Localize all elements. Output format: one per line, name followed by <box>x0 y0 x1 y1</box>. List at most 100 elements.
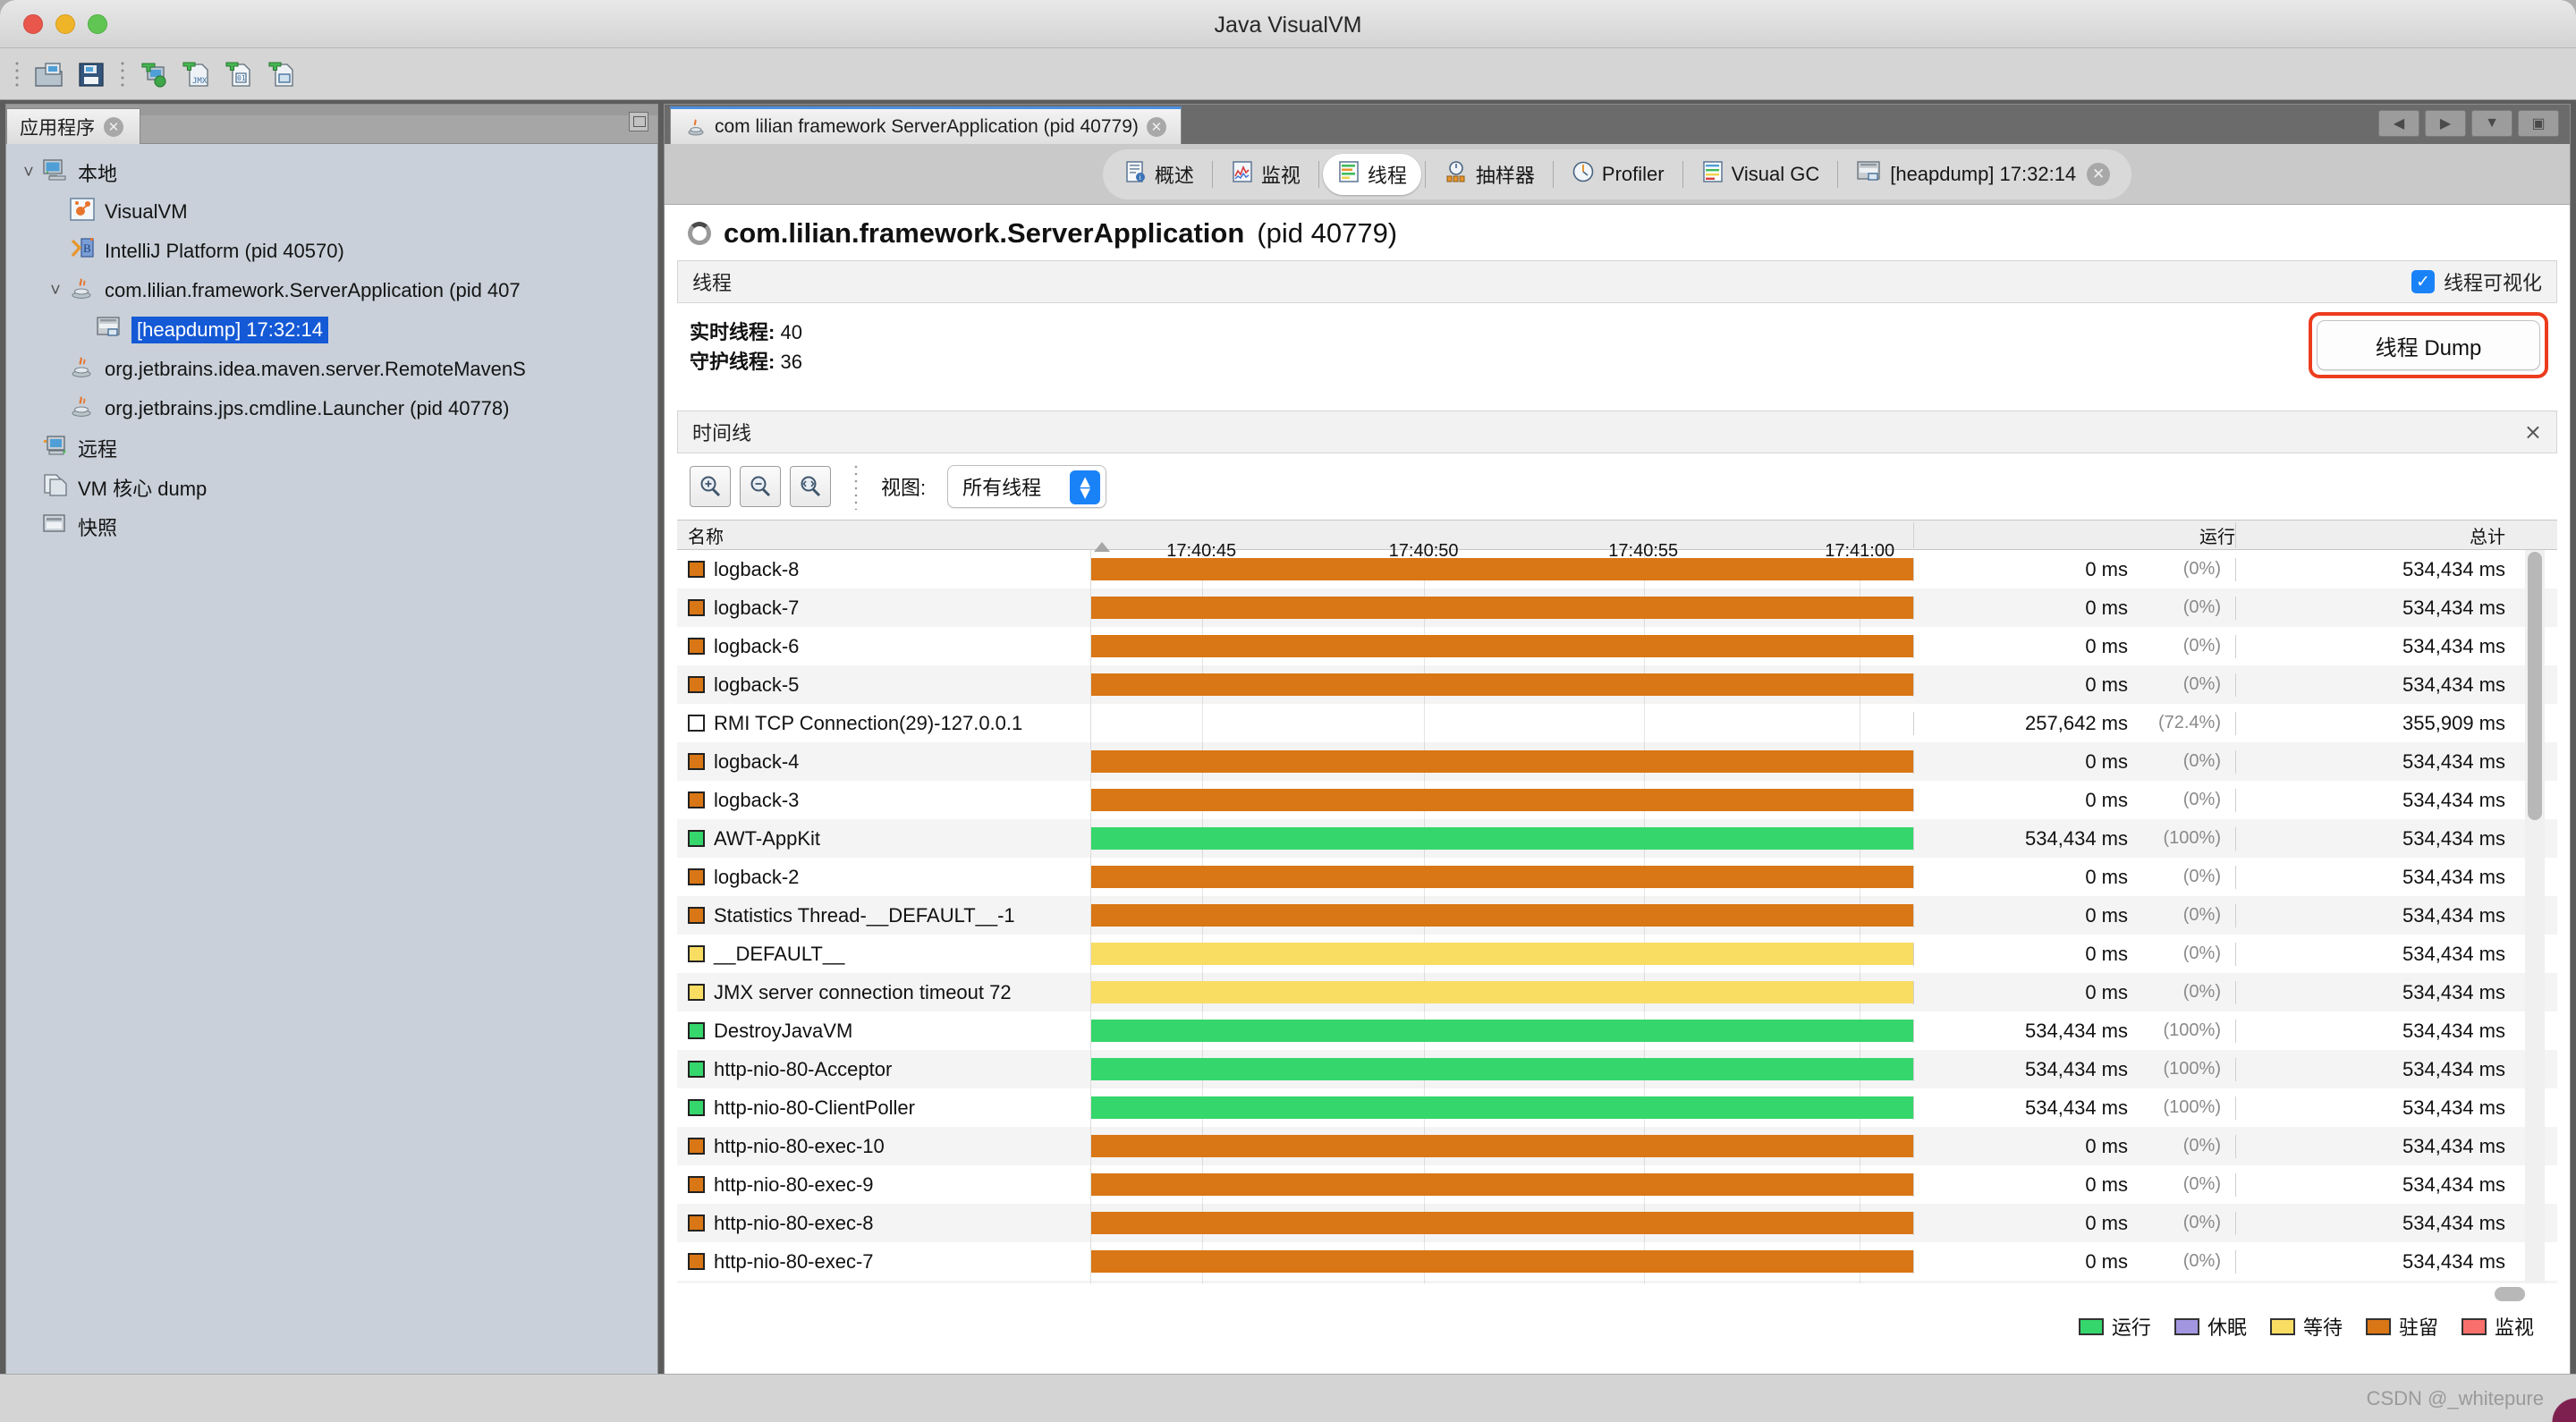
nav-forward-button[interactable]: ▶ <box>2425 110 2466 137</box>
table-row[interactable]: Statistics Thread-__DEFAULT__-1 0 ms (0%) 5… <box>677 896 2557 935</box>
sub-tab-label: Visual GC <box>1731 162 1820 185</box>
thread-activity-bar <box>1091 789 1913 811</box>
running-percent: (100%) <box>2163 1097 2221 1117</box>
visualgc-icon <box>1701 160 1724 189</box>
applications-tree[interactable]: ˅ 本地 VisualVM B IntelliJ Platform (pid 40570… <box>6 144 657 1378</box>
save-snapshot-icon[interactable] <box>72 55 111 93</box>
view-select[interactable]: 所有线程 ▲ ▼ <box>947 465 1107 508</box>
table-row[interactable]: logback-5 0 ms (0%) 534,434 ms <box>677 665 2557 704</box>
table-row[interactable]: http-nio-80-exec-9 0 ms (0%) 534,434 ms <box>677 1165 2557 1204</box>
zoom-fit-icon[interactable] <box>790 466 831 507</box>
thread-dump-button[interactable]: 线程 Dump <box>2317 320 2540 370</box>
timeline-horizontal-scrollbar[interactable] <box>677 1283 2557 1307</box>
chevron-down-icon[interactable]: ˅ <box>44 281 67 301</box>
close-icon[interactable]: ✕ <box>104 116 123 137</box>
add-remote-host-icon[interactable] <box>134 55 174 93</box>
table-row[interactable]: http-nio-80-exec-7 0 ms (0%) 534,434 ms <box>677 1242 2557 1281</box>
zoom-in-icon[interactable] <box>690 466 731 507</box>
vertical-scrollbar[interactable] <box>2525 550 2545 1283</box>
chevron-updown-icon[interactable]: ▲ ▼ <box>1070 470 1101 504</box>
tree-item[interactable]: 快照 <box>6 507 657 546</box>
tree-item-label: [heapdump] 17:32:14 <box>131 317 328 343</box>
sub-tab-threads[interactable]: 线程 <box>1322 153 1421 195</box>
sub-tab-visualgc[interactable]: Visual GC <box>1687 154 1835 195</box>
tree-item[interactable]: B IntelliJ Platform (pid 40570) <box>6 232 657 271</box>
tree-item-label: 快照 <box>78 517 118 539</box>
table-row[interactable]: logback-7 0 ms (0%) 534,434 ms <box>677 588 2557 627</box>
thread-activity-bar <box>1091 827 1913 850</box>
scrollbar-thumb[interactable] <box>2495 1287 2525 1301</box>
table-row[interactable]: logback-6 0 ms (0%) 534,434 ms <box>677 627 2557 665</box>
add-jmx-connection-icon[interactable]: JMX <box>177 55 216 93</box>
application-header: com.lilian.framework.ServerApplication (… <box>665 205 2570 260</box>
sub-tab-label: 监视 <box>1260 164 1301 187</box>
sub-tab-profiler[interactable]: Profiler <box>1557 154 1679 195</box>
table-row[interactable]: logback-3 0 ms (0%) 534,434 ms <box>677 781 2557 819</box>
table-row[interactable]: JMX server connection timeout 72 0 ms (0%)… <box>677 973 2557 1011</box>
document-tab[interactable]: com lilian framework ServerApplication (… <box>670 106 1182 144</box>
close-icon[interactable]: ✕ <box>1146 116 1166 137</box>
table-row[interactable]: logback-2 0 ms (0%) 534,434 ms <box>677 858 2557 896</box>
sub-tab-overview[interactable]: i 概述 <box>1110 154 1208 195</box>
scrollbar-thumb[interactable] <box>2528 552 2542 820</box>
nav-dropdown-button[interactable]: ▼ <box>2471 110 2512 137</box>
total-time: 534,434 ms <box>2235 903 2557 927</box>
running-time: 0 ms <box>2085 1211 2128 1234</box>
chevron-down-icon[interactable]: ˅ <box>17 163 40 183</box>
tree-item[interactable]: ˅ 本地 <box>6 153 657 192</box>
minimize-panel-button[interactable] <box>629 112 648 131</box>
add-snapshot-icon[interactable] <box>263 55 302 93</box>
table-row[interactable]: AWT-AppKit 534,434 ms (100%) 534,434 ms <box>677 819 2557 858</box>
tree-item[interactable]: VisualVM <box>6 192 657 232</box>
threads-table-body[interactable]: logback-8 0 ms (0%) 534,434 ms logback-7 0 ms… <box>677 550 2557 1283</box>
tree-item[interactable]: ˅ com.lilian.framework.ServerApplication … <box>6 271 657 310</box>
running-percent: (72.4%) <box>2157 713 2221 732</box>
thread-visualization-checkbox[interactable]: ✓ 线程可视化 <box>2411 267 2542 296</box>
table-row[interactable]: DestroyJavaVM 534,434 ms (100%) 534,434 ms <box>677 1011 2557 1050</box>
close-icon[interactable]: × <box>2524 419 2542 444</box>
tree-item[interactable]: 远程 <box>6 428 657 468</box>
tree-item[interactable]: org.jetbrains.idea.maven.server.RemoteMa… <box>6 350 657 389</box>
thread-activity-bar <box>1091 943 1913 965</box>
table-row[interactable]: logback-8 0 ms (0%) 534,434 ms <box>677 550 2557 588</box>
document-tab-label: com lilian framework ServerApplication (… <box>715 115 1139 137</box>
checkbox-checked-icon[interactable]: ✓ <box>2411 270 2435 293</box>
applications-tab-row: 应用程序 ✕ <box>6 105 657 144</box>
tab-applications[interactable]: 应用程序 ✕ <box>6 108 140 144</box>
column-header-total[interactable]: 总计 <box>2235 521 2557 548</box>
thread-name: logback-3 <box>714 788 800 811</box>
running-percent: (0%) <box>2182 1136 2221 1155</box>
thread-state-swatch <box>688 715 705 732</box>
tree-item-label: VM 核心 dump <box>78 478 208 500</box>
sub-tab-group: i 概述 监视 线程 抽样器 Profiler Visual GC [heapdump] 17… <box>1102 148 2132 199</box>
tree-item[interactable]: org.jetbrains.jps.cmdline.Launcher (pid … <box>6 389 657 428</box>
thread-visualization-label: 线程可视化 <box>2443 272 2542 294</box>
thread-state-swatch <box>688 599 705 616</box>
add-vm-coredump-icon[interactable]: 01 <box>220 55 259 93</box>
sub-tab-heapdump[interactable]: [heapdump] 17:32:14 ✕ <box>1842 154 2124 195</box>
maximize-button[interactable]: ▣ <box>2518 110 2559 137</box>
tree-item[interactable]: VM 核心 dump <box>6 468 657 507</box>
tree-item[interactable]: [heapdump] 17:32:14 <box>6 310 657 350</box>
total-time: 534,434 ms <box>2235 1249 2557 1274</box>
open-snapshot-icon[interactable] <box>29 55 68 93</box>
table-row[interactable]: http-nio-80-exec-8 0 ms (0%) 534,434 ms <box>677 1204 2557 1242</box>
table-row[interactable]: RMI TCP Connection(29)-127.0.0.1 257,642 … <box>677 704 2557 742</box>
close-icon[interactable]: ✕ <box>2087 162 2111 186</box>
thread-state-swatch <box>688 676 705 693</box>
running-time: 534,434 ms <box>2025 1096 2128 1119</box>
table-row[interactable]: http-nio-80-ClientPoller 534,434 ms (100%)… <box>677 1088 2557 1127</box>
table-row[interactable]: __DEFAULT__ 0 ms (0%) 534,434 ms <box>677 935 2557 973</box>
table-row[interactable]: http-nio-80-exec-10 0 ms (0%) 534,434 ms <box>677 1127 2557 1165</box>
table-row[interactable]: logback-4 0 ms (0%) 534,434 ms <box>677 742 2557 781</box>
column-header-running[interactable]: 运行 <box>1913 521 2235 548</box>
main-body: 应用程序 ✕ ˅ 本地 VisualVM B IntelliJ Platform (pi… <box>0 100 2576 1422</box>
sub-tab-sampler[interactable]: 抽样器 <box>1429 154 1549 195</box>
nav-back-button[interactable]: ◀ <box>2378 110 2419 137</box>
column-header-name[interactable]: 名称 <box>677 522 1090 548</box>
zoom-out-icon[interactable] <box>740 466 781 507</box>
sub-tab-monitor[interactable]: 监视 <box>1216 154 1315 195</box>
daemon-threads-label: 守护线程: <box>690 351 775 373</box>
total-time: 534,434 ms <box>2235 596 2557 620</box>
table-row[interactable]: http-nio-80-Acceptor 534,434 ms (100%) 534,… <box>677 1050 2557 1088</box>
